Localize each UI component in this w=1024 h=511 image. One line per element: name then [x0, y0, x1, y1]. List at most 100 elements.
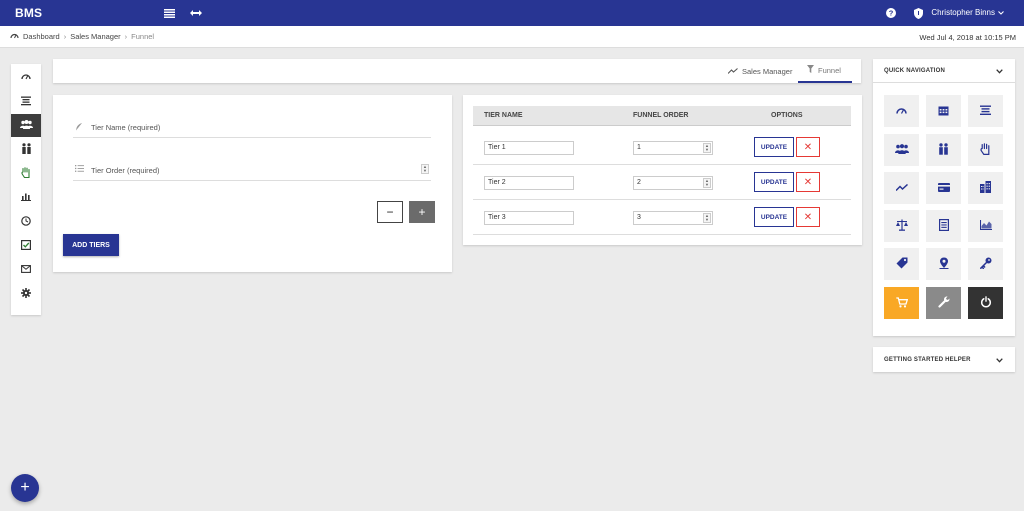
funnel-order-value: 1 [637, 144, 641, 151]
sidebar-item-settings[interactable] [11, 282, 41, 305]
funnel-order-input[interactable]: 3 ▲ ▼ [633, 211, 713, 225]
quick-nav-legal[interactable] [884, 210, 919, 242]
mail-icon [21, 264, 31, 275]
tier-name-input[interactable]: Tier 2 [484, 176, 574, 190]
hand-icon [980, 143, 991, 157]
stepper-down-icon[interactable]: ▼ [705, 148, 709, 152]
quick-nav-cart[interactable] [884, 287, 919, 319]
column-header-funnel-order: FUNNEL ORDER [633, 112, 689, 119]
list-icon [21, 96, 31, 108]
quick-nav-list[interactable] [968, 95, 1003, 127]
quick-nav-tags[interactable] [884, 248, 919, 280]
chevron-down-icon[interactable] [996, 67, 1003, 76]
quick-nav-contacts[interactable] [926, 134, 961, 166]
quick-nav-people[interactable] [884, 134, 919, 166]
tiers-table: TIER NAME FUNNEL ORDER OPTIONS Tier 1 1 … [463, 95, 862, 245]
delete-button[interactable]: ✕ [796, 207, 820, 227]
sidebar-item-list[interactable] [11, 90, 41, 113]
tier-order-placeholder: Tier Order (required) [91, 166, 160, 175]
gauge-icon [21, 73, 31, 82]
add-tiers-button[interactable]: ADD TIERS [63, 234, 119, 256]
sidebar-item-dashboard[interactable] [11, 66, 41, 89]
side-navigation [11, 64, 41, 315]
number-stepper[interactable]: ▲ ▼ [421, 164, 429, 174]
breadcrumb-dashboard[interactable]: Dashboard [23, 32, 60, 41]
shield-icon[interactable] [911, 6, 925, 20]
stepper-down-icon[interactable]: ▼ [705, 183, 709, 187]
sidebar-item-time[interactable] [11, 210, 41, 233]
tier-name-placeholder: Tier Name (required) [91, 123, 161, 132]
quick-nav-logout[interactable] [968, 287, 1003, 319]
number-stepper[interactable]: ▲ ▼ [703, 143, 711, 153]
sidebar-item-reports[interactable] [11, 186, 41, 209]
update-button[interactable]: UPDATE [754, 207, 794, 227]
sidebar-item-tasks[interactable] [11, 234, 41, 257]
add-row-button[interactable]: + [409, 201, 435, 223]
table-row: Tier 1 1 ▲ ▼ UPDATE ✕ [473, 130, 851, 165]
quick-nav-documents[interactable] [926, 210, 961, 242]
breadcrumb-sales-manager[interactable]: Sales Manager [70, 32, 120, 41]
table-row: Tier 2 2 ▲ ▼ UPDATE ✕ [473, 165, 851, 200]
quick-nav-calendar[interactable] [926, 95, 961, 127]
close-icon: ✕ [803, 176, 813, 188]
quick-nav-dashboard[interactable] [884, 95, 919, 127]
user-menu[interactable]: Christopher Binns [931, 8, 1004, 17]
quick-navigation-panel: QUICK NAVIGATION [873, 59, 1015, 336]
sidebar-item-hand[interactable] [11, 162, 41, 185]
funnel-order-input[interactable]: 1 ▲ ▼ [633, 141, 713, 155]
quick-nav-locations[interactable] [926, 248, 961, 280]
table-row: Tier 3 3 ▲ ▼ UPDATE ✕ [473, 200, 851, 235]
menu-list-icon[interactable] [162, 6, 176, 20]
sidebar-item-contacts[interactable] [11, 138, 41, 161]
user-name: Christopher Binns [931, 8, 995, 17]
update-button[interactable]: UPDATE [754, 172, 794, 192]
chevron-down-icon[interactable] [996, 356, 1003, 365]
stepper-down-icon[interactable]: ▼ [705, 218, 709, 222]
tab-funnel[interactable]: Funnel [798, 59, 852, 83]
number-stepper[interactable]: ▲ ▼ [703, 213, 711, 223]
help-icon[interactable]: ? [884, 6, 898, 20]
trending-up-icon [727, 67, 738, 76]
breadcrumb-funnel: Funnel [131, 32, 155, 41]
tier-name-input[interactable]: Tier 3 [484, 211, 574, 225]
quick-nav-trends[interactable] [884, 172, 919, 204]
breadcrumb-bar: Dashboard › Sales Manager › Funnel Wed J… [0, 26, 1024, 48]
floating-add-button[interactable]: + [11, 474, 39, 502]
bar-chart-icon [21, 192, 31, 203]
delete-button[interactable]: ✕ [796, 137, 820, 157]
clock-icon [21, 215, 31, 228]
update-button[interactable]: UPDATE [754, 137, 794, 157]
breadcrumb-separator: › [124, 32, 128, 41]
people-icon [19, 120, 33, 131]
remove-row-button[interactable]: − [377, 201, 403, 223]
ordered-list-icon [75, 165, 84, 174]
sidebar-item-mail[interactable] [11, 258, 41, 281]
table-header: TIER NAME FUNNEL ORDER OPTIONS [473, 106, 851, 126]
breadcrumb-separator: › [63, 32, 67, 41]
gauge-icon [896, 107, 907, 116]
quick-nav-tools[interactable] [926, 287, 961, 319]
delete-button[interactable]: ✕ [796, 172, 820, 192]
expand-horizontal-icon[interactable] [189, 6, 203, 20]
brand-logo[interactable]: BMS [15, 6, 42, 20]
credit-card-icon [937, 182, 950, 194]
funnel-order-input[interactable]: 2 ▲ ▼ [633, 176, 713, 190]
quick-nav-keys[interactable] [968, 248, 1003, 280]
quick-nav-analytics[interactable] [968, 210, 1003, 242]
hand-icon [21, 167, 31, 180]
tier-name-input[interactable]: Tier 1 [484, 141, 574, 155]
number-stepper[interactable]: ▲ ▼ [703, 178, 711, 188]
tab-sales-manager[interactable]: Sales Manager [727, 59, 798, 83]
tier-order-field[interactable]: Tier Order (required) ▲ ▼ [73, 159, 431, 181]
getting-started-panel[interactable]: GETTING STARTED HELPER [873, 347, 1015, 372]
sidebar-item-people[interactable] [11, 114, 41, 137]
quick-navigation-header[interactable]: QUICK NAVIGATION [873, 59, 1015, 83]
getting-started-title: GETTING STARTED HELPER [884, 357, 971, 363]
building-icon [980, 181, 991, 195]
tier-name-field[interactable]: Tier Name (required) [73, 116, 431, 138]
quick-nav-hand[interactable] [968, 134, 1003, 166]
quick-nav-payments[interactable] [926, 172, 961, 204]
quick-nav-buildings[interactable] [968, 172, 1003, 204]
column-header-options: OPTIONS [771, 112, 803, 119]
stepper-down-icon[interactable]: ▼ [423, 169, 427, 173]
